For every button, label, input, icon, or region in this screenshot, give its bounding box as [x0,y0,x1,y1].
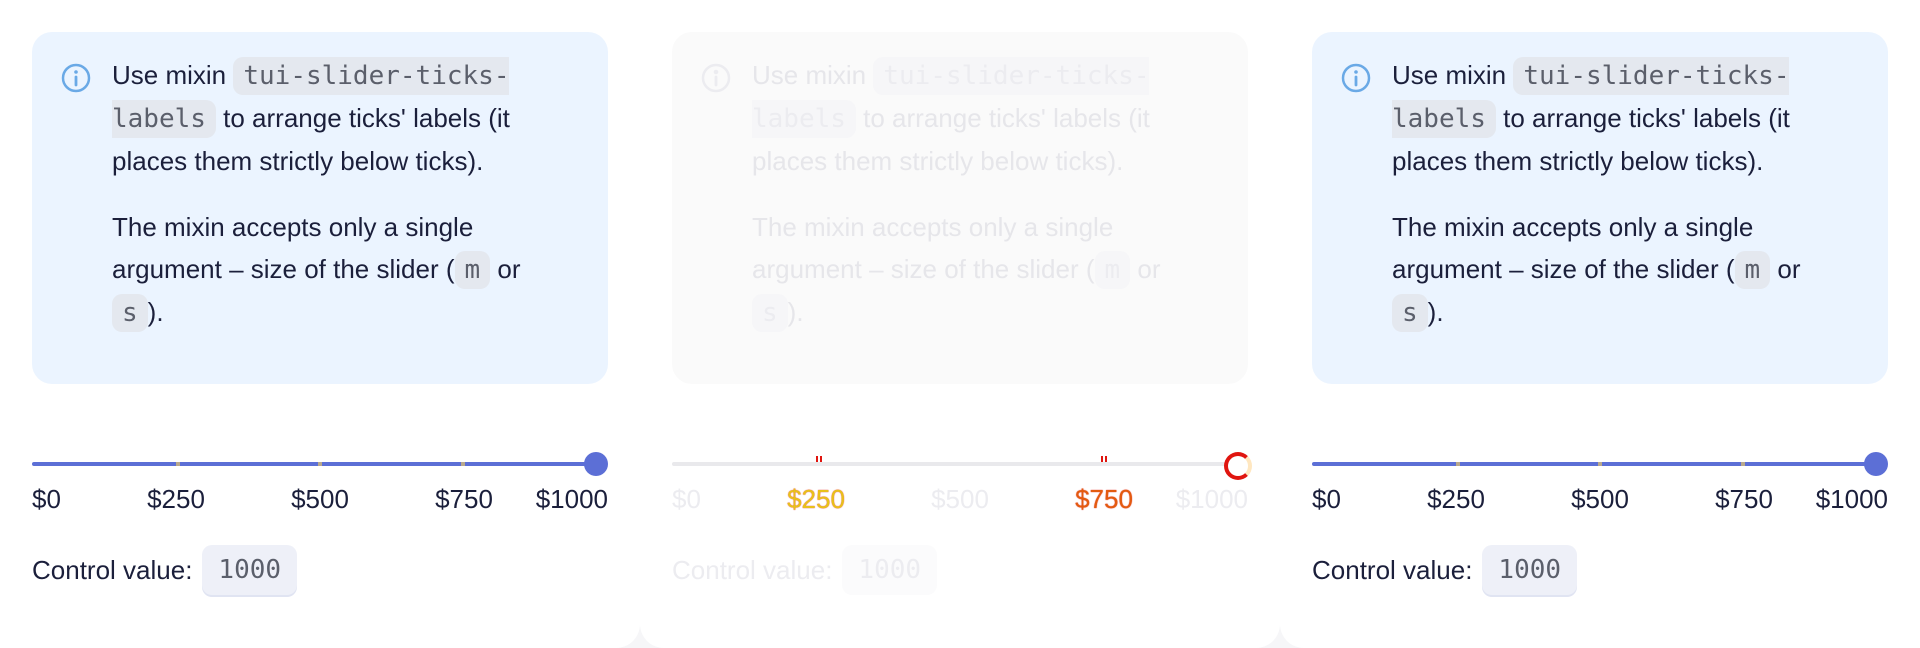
notice-paragraph-2: The mixin accepts only a single argument… [752,206,1212,334]
slider-thumb[interactable] [584,452,608,476]
slider-tick [318,462,322,466]
control-value-display: 1000 [202,545,298,595]
notice-box: Use mixin tui-slider-ticks-labels to arr… [1312,32,1888,384]
size-code-s: s [1392,294,1428,332]
tick-labels: $0 $250 $500 $750 $1000 [672,484,1248,520]
slider-tick [460,462,465,466]
control-value-label: Control value: [672,554,833,585]
info-circle-icon [701,63,731,93]
control-value-label: Control value: [32,554,193,585]
example-panel-disabled: Use mixin tui-slider-ticks-labels to arr… [640,0,1280,648]
slider-tick [175,462,180,466]
control-value-display: 1000 [842,545,938,595]
info-circle-icon [61,63,91,93]
tick-label: $500 [1571,484,1629,514]
control-value: Control value: 1000 [32,545,298,595]
range-slider[interactable] [1312,452,1888,476]
notice-box: Use mixin tui-slider-ticks-labels to arr… [672,32,1248,384]
slider-tick [1100,456,1107,462]
tick-label: $1000 [535,484,608,514]
slider-track[interactable] [32,462,596,466]
slider-thumb [1224,452,1252,480]
slider-track [672,462,1236,466]
notice-paragraph-1: Use mixin tui-slider-ticks-labels to arr… [752,54,1212,182]
tick-label: $750 [435,484,493,514]
notice-paragraph-2: The mixin accepts only a single argument… [1392,206,1852,334]
example-panel-m: Use mixin tui-slider-ticks-labels to arr… [0,0,640,648]
tick-labels: $0 $250 $500 $750 $1000 [1312,484,1888,520]
control-value-display: 1000 [1482,545,1578,595]
size-code-m: m [1094,251,1131,289]
control-value-label: Control value: [1312,554,1473,585]
notice-box: Use mixin tui-slider-ticks-labels to arr… [32,32,608,384]
tick-label: $250 [1427,484,1485,514]
example-panel-s: Use mixin tui-slider-ticks-labels to arr… [1280,0,1920,648]
tick-label: $0 [672,484,701,514]
tick-label: $1000 [1815,484,1888,514]
tick-label: $500 [291,484,349,514]
tick-label: $1000 [1175,484,1248,514]
notice-paragraph-1: Use mixin tui-slider-ticks-labels to arr… [1392,54,1852,182]
range-slider[interactable] [32,452,608,476]
notice-paragraph-2: The mixin accepts only a single argument… [112,206,572,334]
tick-label: $750 [1715,484,1773,514]
slider-tick [1598,462,1602,466]
slider-tick [1455,462,1460,466]
slider-thumb[interactable] [1864,452,1888,476]
notice-paragraph-1: Use mixin tui-slider-ticks-labels to arr… [112,54,572,182]
tick-label: $250 [787,484,845,514]
tick-label: $0 [32,484,61,514]
control-value: Control value: 1000 [672,545,938,595]
control-value: Control value: 1000 [1312,545,1578,595]
range-slider-disabled [672,452,1252,480]
size-code-m: m [1734,251,1771,289]
tick-label: $250 [147,484,205,514]
size-code-s: s [112,294,148,332]
tick-labels: $0 $250 $500 $750 $1000 [32,484,608,520]
tick-label: $0 [1312,484,1341,514]
tick-label: $500 [931,484,989,514]
size-code-s: s [752,294,788,332]
slider-tick [815,456,822,462]
slider-tick [1740,462,1745,466]
size-code-m: m [454,251,491,289]
slider-track[interactable] [1312,462,1876,466]
tick-label: $750 [1075,484,1133,514]
info-circle-icon [1341,63,1371,93]
